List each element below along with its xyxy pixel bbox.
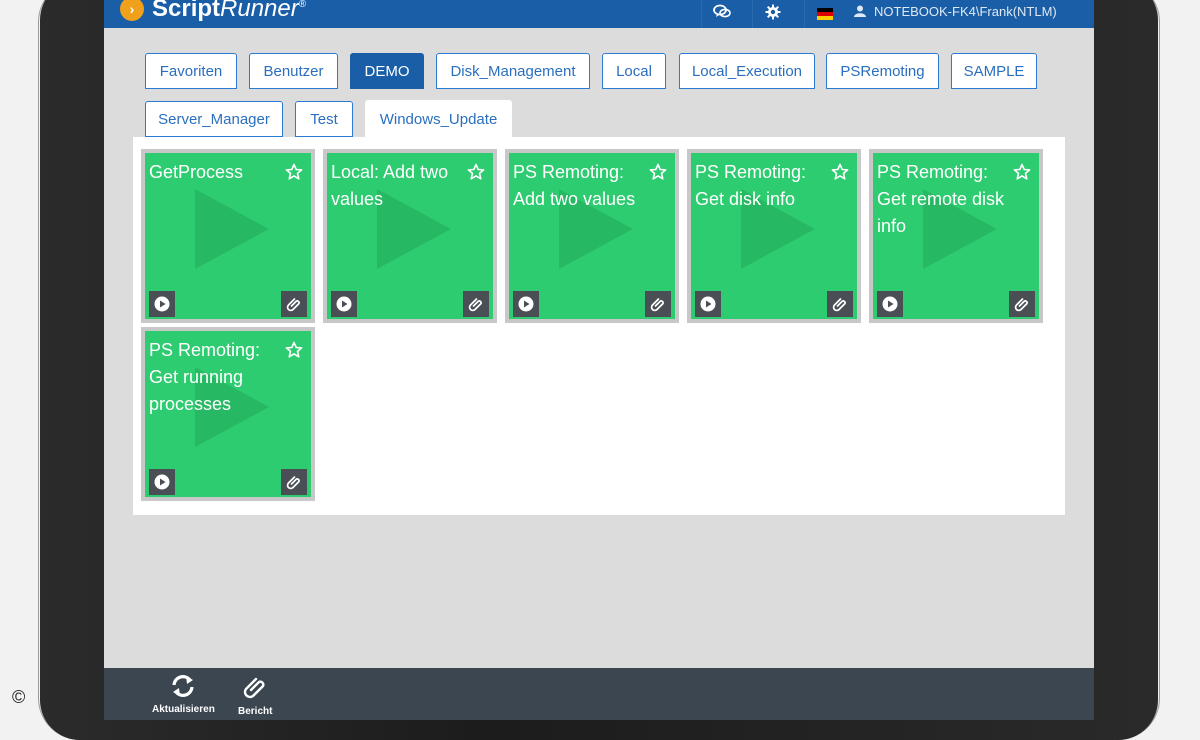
attachment-button[interactable] bbox=[463, 291, 489, 317]
tile-title: PS Remoting: Get disk info bbox=[695, 162, 807, 209]
report-label: Bericht bbox=[238, 706, 273, 717]
tab-label: Local bbox=[616, 62, 652, 80]
tab-label: PSRemoting bbox=[840, 62, 925, 80]
script-tiles-panel: GetProcess Local: Add two values PS Remoti… bbox=[133, 137, 1065, 515]
run-button[interactable] bbox=[149, 469, 175, 495]
script-tile[interactable]: GetProcess bbox=[141, 149, 315, 323]
user-name: NOTEBOOK-FK4\Frank(NTLM) bbox=[874, 3, 1057, 19]
attachment-button[interactable] bbox=[281, 469, 307, 495]
tab-label: Windows_Update bbox=[379, 110, 498, 128]
tab-label: Disk_Management bbox=[450, 62, 576, 80]
attachment-button[interactable] bbox=[281, 291, 307, 317]
script-tile[interactable]: PS Remoting: Add two values bbox=[505, 149, 679, 323]
tile-title: PS Remoting: Add two values bbox=[513, 162, 636, 209]
tab-label: Server_Manager bbox=[158, 110, 270, 128]
tab-local-execution[interactable]: Local_Execution bbox=[679, 53, 815, 89]
tab-label: Local_Execution bbox=[691, 62, 803, 80]
tab-label: Test bbox=[310, 110, 338, 128]
app-footer: Aktualisieren Bericht bbox=[104, 668, 1094, 720]
script-tile[interactable]: PS Remoting: Get running processes bbox=[141, 327, 315, 501]
run-button[interactable] bbox=[877, 291, 903, 317]
tile-title: Local: Add two values bbox=[331, 162, 449, 209]
tab-disk-management[interactable]: Disk_Management bbox=[436, 53, 590, 89]
run-button[interactable] bbox=[695, 291, 721, 317]
language-button[interactable] bbox=[804, 0, 845, 28]
star-icon[interactable] bbox=[1013, 163, 1031, 186]
paperclip-icon bbox=[832, 298, 846, 312]
paperclip-icon bbox=[244, 677, 265, 699]
paperclip-icon bbox=[286, 476, 300, 490]
gear-icon bbox=[765, 4, 781, 25]
script-tile[interactable]: PS Remoting: Get disk info bbox=[687, 149, 861, 323]
star-icon[interactable] bbox=[467, 163, 485, 186]
tile-title: PS Remoting: Get running processes bbox=[149, 340, 261, 414]
powershell-icon: › bbox=[120, 0, 144, 21]
attachment-button[interactable] bbox=[827, 291, 853, 317]
tab-favoriten[interactable]: Favoriten bbox=[145, 53, 237, 89]
attachment-button[interactable] bbox=[1009, 291, 1035, 317]
tab-label: SAMPLE bbox=[963, 62, 1025, 80]
report-button[interactable]: Bericht bbox=[238, 674, 272, 717]
tab-local[interactable]: Local bbox=[602, 53, 666, 89]
paperclip-icon bbox=[286, 298, 300, 312]
tab-sample[interactable]: SAMPLE bbox=[951, 53, 1037, 89]
play-circle-icon bbox=[336, 296, 352, 312]
paperclip-icon bbox=[1014, 298, 1028, 312]
play-circle-icon bbox=[882, 296, 898, 312]
tab-label: DEMO bbox=[364, 62, 410, 80]
copyright-symbol: © bbox=[12, 687, 26, 707]
app-screen: › ScriptRunner® NOTEBOOK-FK4\Frank(NTLM)… bbox=[104, 0, 1094, 720]
german-flag-icon bbox=[817, 8, 833, 20]
script-tile[interactable]: Local: Add two values bbox=[323, 149, 497, 323]
star-icon[interactable] bbox=[831, 163, 849, 186]
run-button[interactable] bbox=[513, 291, 539, 317]
script-tile[interactable]: PS Remoting: Get remote disk info bbox=[869, 149, 1043, 323]
refresh-label: Aktualisieren bbox=[152, 704, 215, 715]
paperclip-icon bbox=[468, 298, 482, 312]
play-circle-icon bbox=[154, 296, 170, 312]
chat-icon bbox=[713, 4, 731, 25]
tab-demo[interactable]: DEMO bbox=[350, 53, 424, 89]
attachment-button[interactable] bbox=[645, 291, 671, 317]
refresh-icon bbox=[172, 675, 195, 697]
run-button[interactable] bbox=[331, 291, 357, 317]
tab-label: Favoriten bbox=[159, 62, 223, 80]
star-icon[interactable] bbox=[285, 163, 303, 186]
app-logo[interactable]: › ScriptRunner® bbox=[120, 0, 306, 24]
settings-button[interactable] bbox=[752, 0, 793, 28]
tab-benutzer[interactable]: Benutzer bbox=[249, 53, 338, 89]
play-circle-icon bbox=[700, 296, 716, 312]
tab-psremoting[interactable]: PSRemoting bbox=[826, 53, 939, 89]
logo-text: ScriptRunner® bbox=[152, 0, 307, 22]
play-circle-icon bbox=[154, 474, 170, 490]
star-icon[interactable] bbox=[285, 341, 303, 364]
star-icon[interactable] bbox=[649, 163, 667, 186]
chat-button[interactable] bbox=[701, 0, 742, 28]
user-icon bbox=[854, 5, 866, 17]
paperclip-icon bbox=[650, 298, 664, 312]
tab-label: Benutzer bbox=[263, 62, 324, 80]
tile-title: PS Remoting: Get remote disk info bbox=[877, 162, 1005, 236]
tab-server-manager[interactable]: Server_Manager bbox=[145, 101, 283, 137]
tab-windows-update[interactable]: Windows_Update bbox=[365, 100, 512, 138]
tab-test[interactable]: Test bbox=[295, 101, 353, 137]
play-circle-icon bbox=[518, 296, 534, 312]
app-header: › ScriptRunner® NOTEBOOK-FK4\Frank(NTLM) bbox=[104, 0, 1094, 28]
refresh-button[interactable]: Aktualisieren bbox=[152, 674, 215, 715]
run-button[interactable] bbox=[149, 291, 175, 317]
tile-title: GetProcess bbox=[149, 162, 244, 182]
play-watermark-icon bbox=[195, 189, 269, 269]
user-menu[interactable]: NOTEBOOK-FK4\Frank(NTLM) bbox=[854, 0, 1057, 22]
